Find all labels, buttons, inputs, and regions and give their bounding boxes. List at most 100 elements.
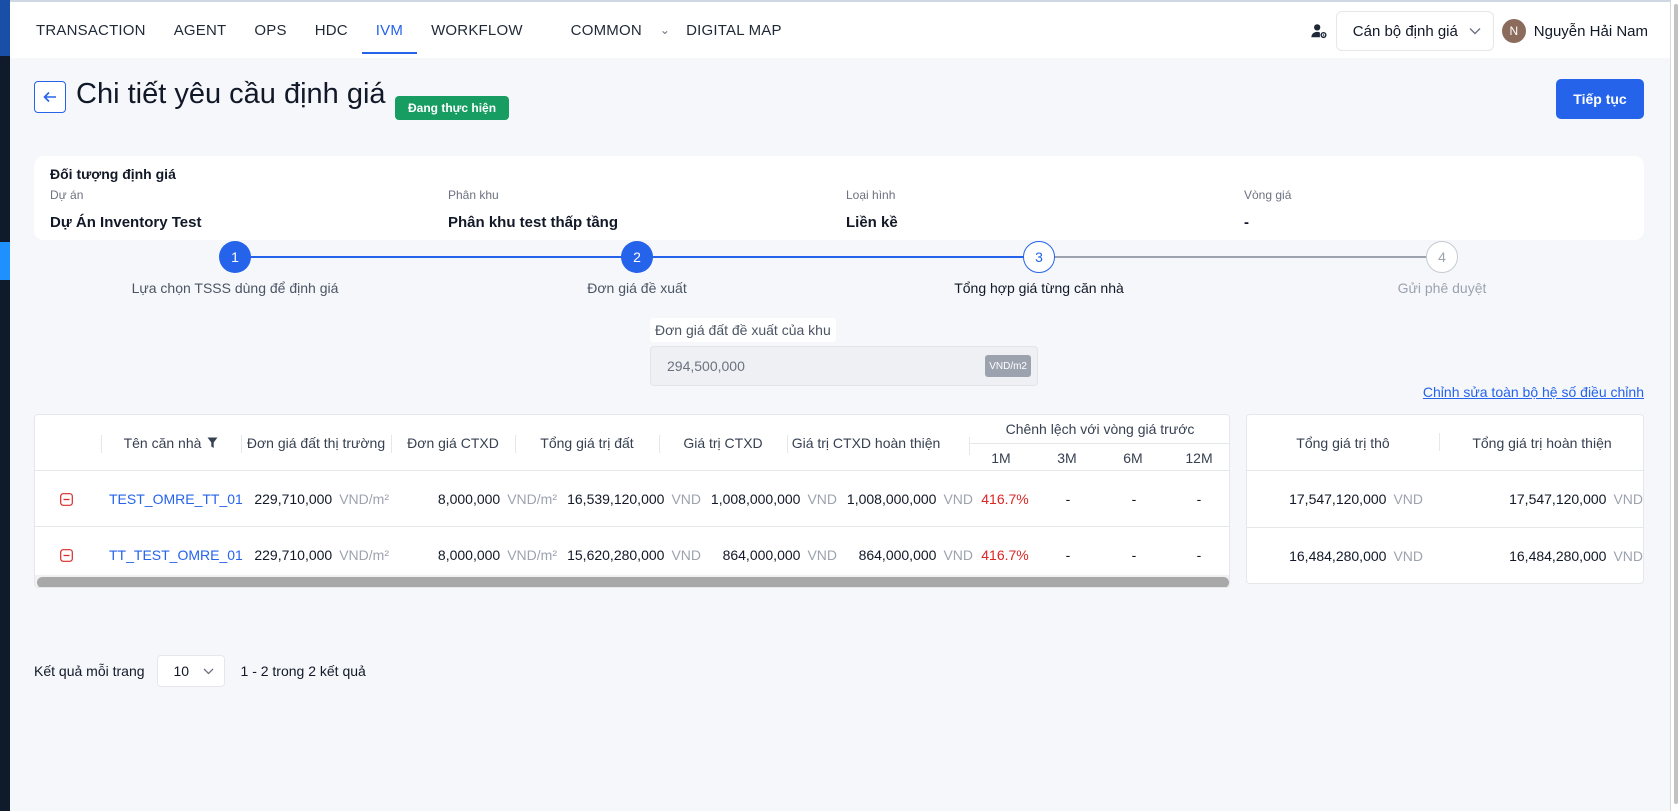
nav-ops[interactable]: OPS [240,2,300,58]
page-title: Chi tiết yêu cầu định giá [76,78,386,110]
cell-ctxd-finished: 1,008,000,000 VND [837,471,973,527]
progress-stepper: 1 Lựa chọn TSSS dùng để định giá 2 Đơn g… [10,240,1670,312]
cell-diff-3m: - [1065,491,1071,507]
cell-unit: VND [807,491,837,507]
unit-tag: VND/m2 [985,355,1031,377]
cell-finished-total: 16,484,280,000 VND [1447,528,1643,583]
vertical-scrollbar[interactable] [1670,0,1680,811]
col-diff-6m: 6M [1123,450,1143,466]
scrollbar-thumb[interactable] [1674,4,1678,804]
valuation-subject-card: Đối tượng định giá Dự án Dự Án Inventory… [34,156,1644,240]
cell-value: 17,547,120,000 [1509,491,1607,507]
nav-hdc[interactable]: HDC [301,2,362,58]
proposed-price-input[interactable]: 294,500,000 VND/m2 [650,346,1038,386]
edit-all-coefficients-link[interactable]: Chỉnh sửa toàn bộ hệ số điều chỉnh [1423,384,1644,400]
remove-row-button[interactable] [51,471,81,527]
cell-unit: VND/m² [507,547,557,563]
col-land-market-price: Đơn giá đất thị trường [246,435,386,451]
step-4-label: Gửi phê duyệt [1397,280,1487,296]
col-title: Tên căn nhà [123,435,202,451]
field-label: Phân khu [448,188,499,202]
cell-unit: VND [1613,548,1643,564]
cell-unit: VND/m² [339,547,389,563]
chevron-down-icon [1469,28,1481,35]
step-connector-todo [1050,256,1452,258]
cell-unit: VND/m² [507,491,557,507]
arrow-left-icon [43,91,56,103]
left-edge-marker [0,242,10,280]
cell-land-total: 16,539,120,000 VND [557,471,701,527]
left-edge-strip [0,0,10,811]
nav-transaction[interactable]: TRANSACTION [22,2,160,58]
cell-unit: VND [1613,491,1643,507]
top-navbar: TRANSACTION AGENT OPS HDC IVM WORKFLOW C… [10,0,1670,58]
step-2-label: Đơn giá đề xuất [587,280,687,296]
summary-table: Tổng giá trị thô Tổng giá trị hoàn thiện… [1246,414,1644,584]
field-value: - [1244,214,1249,231]
col-group-diff: Chênh lệch với vòng giá trước 1M 3M 6M 1… [969,415,1229,471]
cell-ctxd-price: 8,000,000 VND/m² [389,471,557,527]
cell-finished-total: 17,547,120,000 VND [1447,471,1643,527]
step-3-circle[interactable]: 3 [1023,241,1055,273]
cell-diff-12m: - [1196,491,1202,507]
cell-unit: VND [807,547,837,563]
nav-label: WORKFLOW [431,21,523,39]
cell-value: 864,000,000 [722,547,801,563]
avatar[interactable]: N [1501,19,1526,43]
nav-common[interactable]: COMMON ⌄ [557,2,684,58]
continue-button[interactable]: Tiếp tục [1556,79,1644,119]
user-name[interactable]: Nguyễn Hải Nam [1534,23,1648,40]
col-diff-1m: 1M [991,450,1011,466]
cell-unit: VND [671,547,701,563]
cell-raw-total: 16,484,280,000 VND [1267,528,1423,583]
cell-raw-total: 17,547,120,000 VND [1267,471,1423,527]
field-label: Dự án [50,188,84,202]
nav-label: HDC [314,21,348,39]
minus-circle-icon [59,492,73,506]
nav-workflow[interactable]: WORKFLOW [417,2,537,58]
col-land-total: Tổng giá trị đất [540,435,634,451]
cell-unit: VND [943,491,973,507]
field-label: Loại hình [846,188,896,202]
cell-value: 1,008,000,000 [710,491,801,507]
nav-label: COMMON [570,21,642,39]
col-diff-3m: 3M [1057,450,1077,466]
cell-unit: VND [671,491,701,507]
field-value: Dự Án Inventory Test [50,214,202,231]
cell-value: 17,547,120,000 [1289,491,1387,507]
house-price-table: Tên căn nhà Đơn giá đất thị trường Đơn g… [34,414,1230,588]
cell-unit: VND [943,547,973,563]
table-header: Tên căn nhà Đơn giá đất thị trường Đơn g… [35,415,1229,471]
step-4-circle[interactable]: 4 [1426,241,1458,273]
summary-row: 16,484,280,000 VND 16,484,280,000 VND [1247,527,1643,583]
role-select[interactable]: Cán bộ định giá [1335,11,1494,51]
page-size-select[interactable]: 10 [156,655,225,687]
house-name-link[interactable]: TEST_OMRE_TT_01 [109,471,243,527]
page-size-value: 10 [173,663,190,679]
scrollbar-thumb[interactable] [37,577,1229,587]
horizontal-scrollbar[interactable] [35,575,1229,587]
table-row: TEST_OMRE_TT_01 229,710,000 VND/m² 8,000,… [35,471,1229,527]
field-subdivision: Phân khu Phân khu test thấp tầng [448,188,618,231]
field-price-round: Vòng giá - [1244,188,1291,231]
nav-digital-map[interactable]: DIGITAL MAP [684,2,796,58]
field-label: Vòng giá [1244,188,1292,202]
filter-icon[interactable] [207,437,218,449]
nav-agent[interactable]: AGENT [160,2,241,58]
nav-ivm[interactable]: IVM [361,2,418,58]
col-name: Tên căn nhà [101,415,241,471]
left-edge-top [0,0,10,56]
role-select-value: Cán bộ định giá [1352,22,1458,40]
cell-unit: VND [1393,491,1423,507]
nav-label: TRANSACTION [36,21,146,39]
cell-value: 864,000,000 [858,547,937,563]
field-project: Dự án Dự Án Inventory Test [50,188,201,231]
result-range: 1 - 2 trong 2 kết quả [240,663,366,679]
step-2-circle[interactable]: 2 [621,241,653,273]
step-1-circle[interactable]: 1 [219,241,251,273]
cell-value: 16,484,280,000 [1289,548,1387,564]
col-ctxd-price: Đơn giá CTXD [407,435,499,451]
back-button[interactable] [34,81,66,113]
cell-value: 8,000,000 [437,547,501,563]
col-finished-total: Tổng giá trị hoàn thiện [1472,434,1612,451]
